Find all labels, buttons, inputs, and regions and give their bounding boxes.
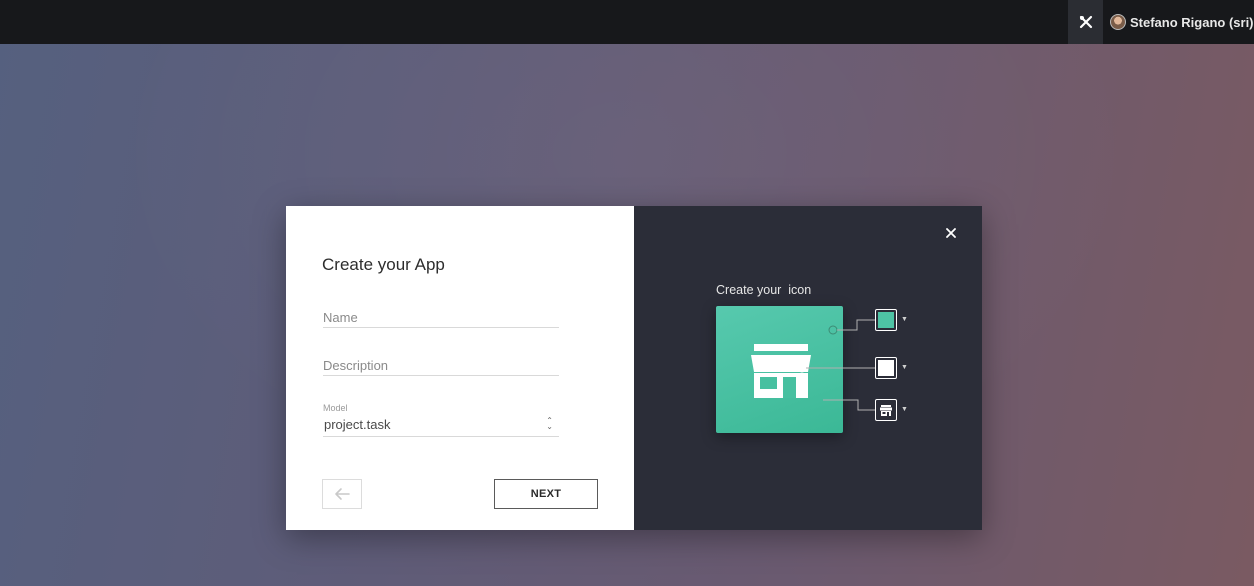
chevron-down-icon[interactable]: ▼ bbox=[901, 406, 908, 413]
icon-designer-panel: Create your icon ▼ ▼ ▼ bbox=[634, 206, 982, 530]
dialog-title: Create your App bbox=[322, 255, 445, 274]
avatar bbox=[1110, 14, 1126, 30]
icon-color-picker[interactable] bbox=[875, 357, 897, 379]
background-color-picker[interactable] bbox=[875, 309, 897, 331]
arrow-left-icon bbox=[335, 488, 350, 500]
create-app-dialog: Create your App Name Description Model p… bbox=[286, 206, 982, 530]
user-name: Stefano Rigano (sri) bbox=[1130, 14, 1254, 30]
next-button[interactable]: NEXT bbox=[494, 479, 598, 509]
icon-color-swatch bbox=[878, 360, 894, 376]
store-icon bbox=[880, 404, 892, 416]
chevron-down-icon[interactable]: ▼ bbox=[901, 316, 908, 323]
model-label: Model bbox=[323, 403, 348, 413]
user-menu[interactable]: Stefano Rigano (sri) ▼ bbox=[1110, 0, 1254, 44]
tools-button[interactable] bbox=[1068, 0, 1103, 44]
chevron-down-icon[interactable]: ▼ bbox=[901, 364, 908, 371]
description-field[interactable]: Description bbox=[323, 358, 559, 376]
select-arrows-icon: ⌃ ⌄ bbox=[546, 416, 553, 431]
icon-picker[interactable] bbox=[875, 399, 897, 421]
tools-icon bbox=[1079, 15, 1092, 29]
background-color-swatch bbox=[878, 312, 894, 328]
top-navbar: Stefano Rigano (sri) ▼ bbox=[0, 0, 1254, 44]
back-button[interactable] bbox=[322, 479, 362, 509]
name-field[interactable]: Name bbox=[323, 310, 559, 328]
app-form-panel: Create your App Name Description Model p… bbox=[286, 206, 634, 530]
connector-lines bbox=[797, 319, 875, 411]
model-select[interactable]: project.task ⌃ ⌄ bbox=[323, 417, 559, 437]
model-value: project.task bbox=[324, 417, 391, 432]
